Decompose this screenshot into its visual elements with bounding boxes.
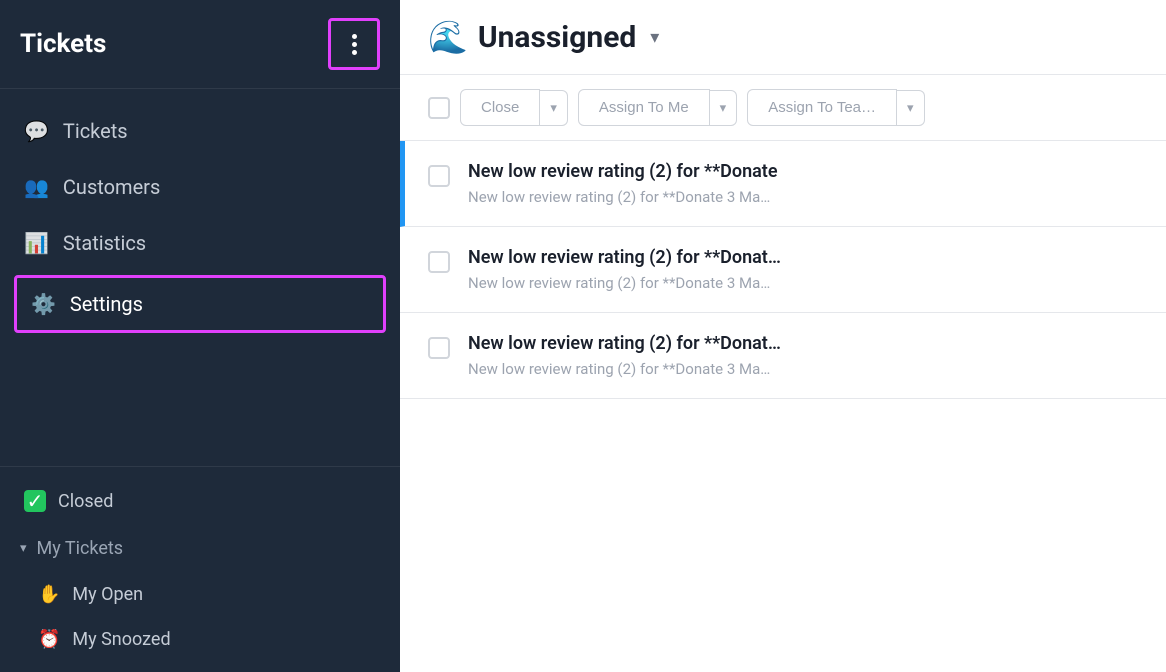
sidebar-item-my-snoozed-label: My Snoozed — [72, 629, 170, 650]
sidebar-title: Tickets — [20, 29, 106, 59]
ticket-item[interactable]: New low review rating (2) for **Donat… N… — [400, 227, 1166, 313]
ticket-checkbox-2[interactable] — [428, 251, 450, 273]
ticket-content-3: New low review rating (2) for **Donat… N… — [468, 333, 1138, 378]
sidebar-item-customers-label: Customers — [63, 175, 160, 199]
sidebar-item-customers[interactable]: 👥 Customers — [0, 159, 400, 215]
assign-to-team-button-group: Assign To Tea… ▾ — [747, 89, 924, 126]
dot2 — [352, 42, 357, 47]
main-header: 🌊 Unassigned ▾ — [400, 0, 1166, 75]
dot1 — [352, 34, 357, 39]
close-dropdown-button[interactable]: ▾ — [540, 90, 568, 126]
ticket-title-1: New low review rating (2) for **Donate — [468, 161, 1138, 182]
customers-icon: 👥 — [24, 175, 49, 199]
more-options-button[interactable] — [328, 18, 380, 70]
ticket-title-2: New low review rating (2) for **Donat… — [468, 247, 1138, 268]
sidebar-item-settings-label: Settings — [70, 292, 143, 316]
sidebar-header: Tickets — [0, 0, 400, 89]
my-tickets-label: My Tickets — [37, 538, 124, 559]
sidebar-item-my-open-label: My Open — [72, 584, 143, 605]
toolbar: Close ▾ Assign To Me ▾ Assign To Tea… ▾ — [400, 75, 1166, 141]
settings-icon: ⚙️ — [31, 292, 56, 316]
assign-to-team-dropdown-button[interactable]: ▾ — [897, 90, 925, 126]
sidebar-item-settings[interactable]: ⚙️ Settings — [14, 275, 386, 333]
close-button[interactable]: Close — [460, 89, 540, 126]
select-all-checkbox[interactable] — [428, 97, 450, 119]
my-tickets-header[interactable]: ▾ My Tickets — [0, 525, 400, 572]
closed-icon: ✓ — [24, 490, 46, 512]
ticket-item[interactable]: New low review rating (2) for **Donate N… — [400, 141, 1166, 227]
assign-to-me-button-group: Assign To Me ▾ — [578, 89, 737, 126]
header-dropdown-chevron[interactable]: ▾ — [650, 27, 659, 48]
ticket-list: New low review rating (2) for **Donate N… — [400, 141, 1166, 672]
dot3 — [352, 50, 357, 55]
ticket-checkbox-1[interactable] — [428, 165, 450, 187]
header-emoji: 🌊 — [428, 18, 468, 56]
assign-to-me-button[interactable]: Assign To Me — [578, 89, 710, 126]
sidebar-nav: 💬 Tickets 👥 Customers 📊 Statistics ⚙️ Se… — [0, 89, 400, 466]
sidebar-item-statistics[interactable]: 📊 Statistics — [0, 215, 400, 271]
sidebar-item-my-snoozed[interactable]: ⏰ My Snoozed — [0, 617, 400, 662]
ticket-subtitle-3: New low review rating (2) for **Donate 3… — [468, 360, 1138, 378]
sidebar-item-closed-label: Closed — [58, 491, 113, 512]
main-content: 🌊 Unassigned ▾ Close ▾ Assign To Me ▾ As… — [400, 0, 1166, 672]
ticket-item[interactable]: New low review rating (2) for **Donat… N… — [400, 313, 1166, 399]
ticket-checkbox-3[interactable] — [428, 337, 450, 359]
sidebar-item-closed[interactable]: ✓ Closed — [0, 477, 400, 525]
my-snoozed-icon: ⏰ — [38, 629, 60, 650]
tickets-icon: 💬 — [24, 119, 49, 143]
sidebar-item-tickets-label: Tickets — [63, 119, 128, 143]
ticket-subtitle-2: New low review rating (2) for **Donate 3… — [468, 274, 1138, 292]
statistics-icon: 📊 — [24, 231, 49, 255]
ticket-subtitle-1: New low review rating (2) for **Donate 3… — [468, 188, 1138, 206]
sidebar-item-tickets[interactable]: 💬 Tickets — [0, 103, 400, 159]
sidebar-section-status: ✓ Closed ▾ My Tickets ✋ My Open ⏰ My Sno… — [0, 466, 400, 672]
assign-to-me-dropdown-button[interactable]: ▾ — [710, 90, 738, 126]
my-tickets-chevron: ▾ — [20, 541, 27, 556]
assign-to-team-button[interactable]: Assign To Tea… — [747, 89, 897, 126]
ticket-title-3: New low review rating (2) for **Donat… — [468, 333, 1138, 354]
ticket-content-2: New low review rating (2) for **Donat… N… — [468, 247, 1138, 292]
my-open-icon: ✋ — [38, 584, 60, 605]
main-header-title: Unassigned — [478, 20, 636, 55]
sidebar-item-statistics-label: Statistics — [63, 231, 146, 255]
sidebar-item-my-open[interactable]: ✋ My Open — [0, 572, 400, 617]
ticket-content-1: New low review rating (2) for **Donate N… — [468, 161, 1138, 206]
close-button-group: Close ▾ — [460, 89, 568, 126]
sidebar: Tickets 💬 Tickets 👥 Customers 📊 Statisti… — [0, 0, 400, 672]
